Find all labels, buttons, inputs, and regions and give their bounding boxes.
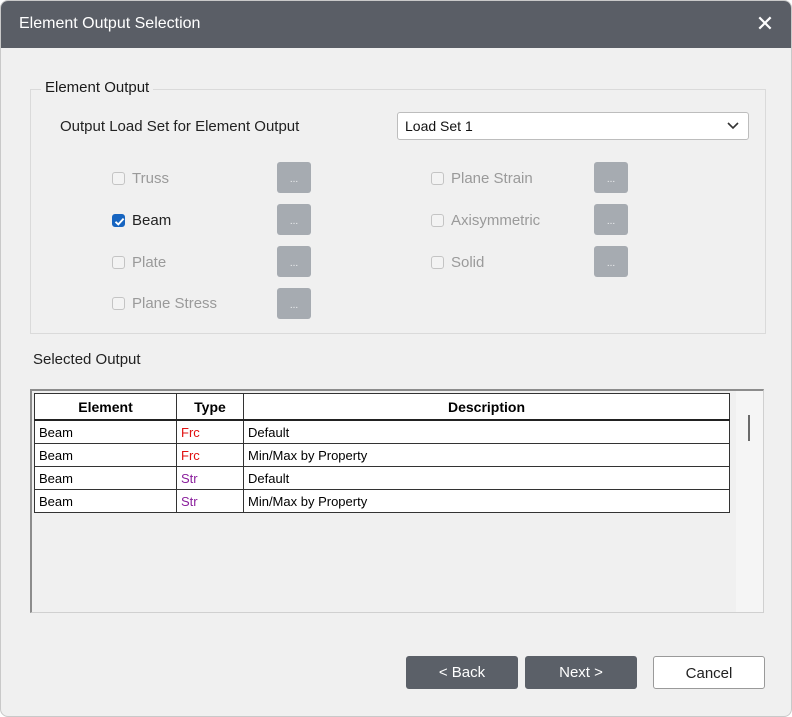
plane-strain-label: Plane Strain [451,170,533,187]
cell-type: Str [176,489,244,513]
table-row[interactable]: Beam Frc Min/Max by Property [34,443,730,467]
column-header-description[interactable]: Description [243,393,730,421]
scrollbar-thumb[interactable] [748,415,750,441]
cell-element: Beam [34,466,177,490]
plate-label: Plate [132,254,167,271]
cell-element: Beam [34,419,177,444]
solid-label: Solid [451,254,485,271]
close-icon[interactable]: ✕ [753,10,777,38]
cell-element: Beam [34,443,177,467]
load-set-value: Load Set 1 [405,118,473,134]
solid-options-button[interactable]: ... [594,246,628,277]
beam-label: Beam [132,212,172,229]
beam-options-button[interactable]: ... [277,204,311,235]
cell-description: Default [243,419,730,444]
table-row[interactable]: Beam Str Min/Max by Property [34,489,730,513]
selected-output-table: Element Type Description Beam Frc Defaul… [34,393,730,513]
load-set-select[interactable]: Load Set 1 [397,112,749,140]
column-header-type[interactable]: Type [176,393,244,421]
dialog-title: Element Output Selection [19,15,201,32]
vertical-scrollbar[interactable] [736,391,763,612]
axisymmetric-label: Axisymmetric [451,212,541,229]
checkbox-box [112,297,125,310]
checkbox-box [112,172,125,185]
table-row[interactable]: Beam Str Default [34,466,730,490]
check-icon [114,217,125,226]
cell-type: Frc [176,443,244,467]
table-header-row: Element Type Description [34,393,730,421]
chevron-down-icon [727,122,739,130]
selected-output-grid: Element Type Description Beam Frc Defaul… [30,389,764,613]
axisymmetric-options-button[interactable]: ... [594,204,628,235]
cell-description: Min/Max by Property [243,443,730,467]
truss-options-button[interactable]: ... [277,162,311,193]
checkbox-box [112,256,125,269]
cell-element: Beam [34,489,177,513]
cell-type: Str [176,466,244,490]
plate-options-button[interactable]: ... [277,246,311,277]
next-button[interactable]: Next > [525,656,637,689]
selected-output-label: Selected Output [33,351,141,368]
load-set-label: Output Load Set for Element Output [60,118,300,135]
title-bar: Element Output Selection ✕ [1,1,791,48]
plane-strain-options-button[interactable]: ... [594,162,628,193]
cancel-button[interactable]: Cancel [653,656,765,689]
checkbox-box [431,256,444,269]
column-header-element[interactable]: Element [34,393,177,421]
checkbox-box [431,172,444,185]
cell-description: Default [243,466,730,490]
truss-label: Truss [132,170,169,187]
element-output-group-title: Element Output [41,79,154,96]
checkbox-box [431,214,444,227]
cell-description: Min/Max by Property [243,489,730,513]
cell-type: Frc [176,419,244,444]
plane-stress-label: Plane Stress [132,295,218,312]
table-row[interactable]: Beam Frc Default [34,419,730,444]
back-button[interactable]: < Back [406,656,518,689]
checkbox-box [112,214,125,227]
dialog-window: Element Output Selection ✕ Element Outpu… [0,0,792,717]
plane-stress-options-button[interactable]: ... [277,288,311,319]
